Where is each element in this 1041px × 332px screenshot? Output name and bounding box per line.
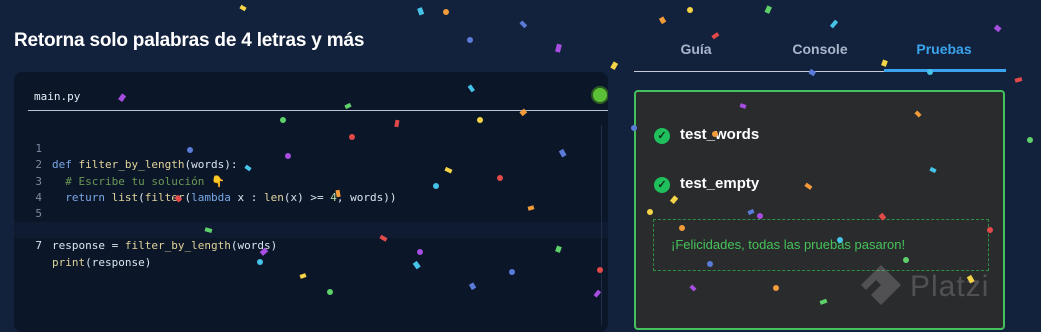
- code-line[interactable]: 6 response = filter_by_length(words): [14, 206, 608, 252]
- page-title: Retorna solo palabras de 4 letras y más: [14, 30, 365, 51]
- code-editor[interactable]: main.py 1 def filter_by_length(words): 2…: [14, 72, 608, 332]
- code-line[interactable]: 1 def filter_by_length(words):: [14, 125, 608, 171]
- check-circle-icon: ✓: [654, 128, 670, 144]
- tab-guia[interactable]: Guía: [634, 38, 758, 72]
- code-line[interactable]: 4: [14, 174, 608, 204]
- code-line-text: response = filter_by_length(words): [52, 239, 278, 253]
- editor-tabbar: main.py: [14, 72, 608, 110]
- code-line-text: print(response): [52, 255, 152, 269]
- file-tab-underline: [28, 110, 608, 111]
- output-tabs: Guía Console Pruebas: [634, 38, 1006, 72]
- code-line-active[interactable]: 7 print(response): [14, 222, 608, 269]
- test-name: test_words: [680, 126, 760, 143]
- run-dot-icon[interactable]: [591, 86, 608, 104]
- line-number: 7: [35, 239, 42, 253]
- check-circle-icon: ✓: [654, 177, 670, 193]
- file-tab-main-py[interactable]: main.py: [34, 90, 80, 103]
- platzi-watermark: Platzi: [858, 262, 1018, 312]
- platzi-watermark-text: Platzi: [910, 270, 990, 303]
- code-area[interactable]: 1 def filter_by_length(words): 2 # Escri…: [14, 125, 608, 269]
- code-line[interactable]: 3 return list(filter(lambda x : len(x) >…: [14, 157, 608, 204]
- tab-console[interactable]: Console: [758, 38, 882, 72]
- test-name: test_empty: [680, 175, 760, 192]
- code-line[interactable]: 5 words = ['amor', 'sol', 'piedra', 'día…: [14, 190, 608, 236]
- active-tab-indicator: [884, 69, 1006, 72]
- editor-scrollbar[interactable]: [601, 125, 602, 325]
- code-line[interactable]: 2 # Escribe tu solución 👇: [14, 141, 608, 187]
- tab-pruebas[interactable]: Pruebas: [882, 38, 1006, 72]
- platzi-logo-icon: [861, 265, 901, 305]
